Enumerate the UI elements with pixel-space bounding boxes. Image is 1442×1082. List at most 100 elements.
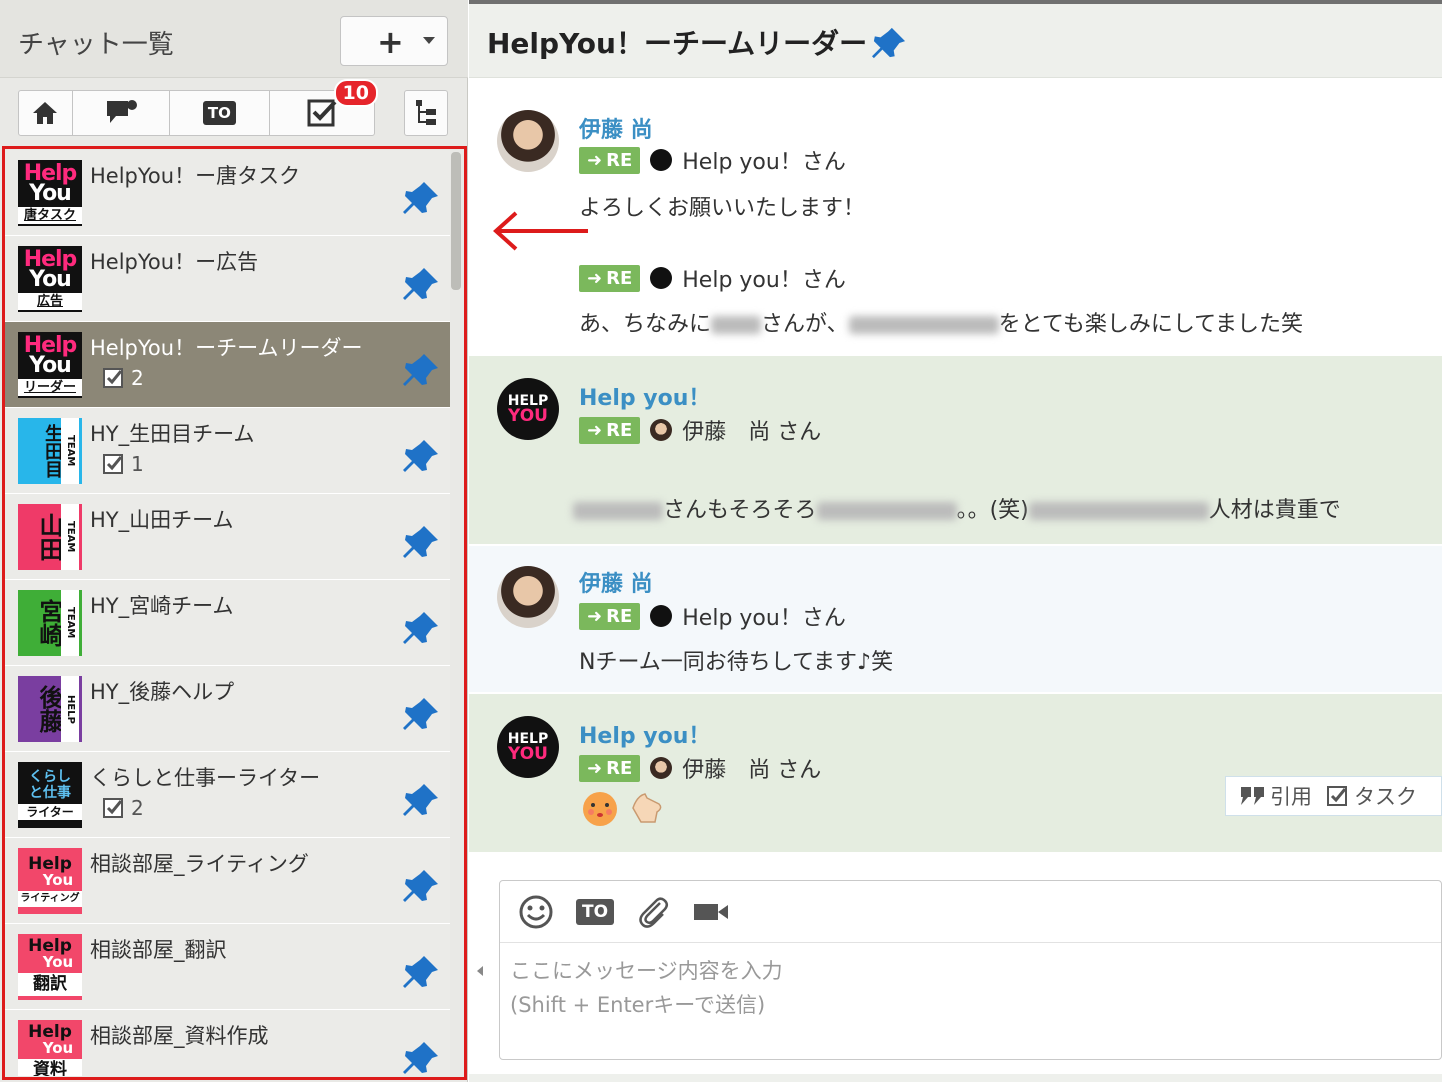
avatar[interactable]: HELP YOU xyxy=(497,716,559,778)
room-avatar-text: You xyxy=(42,1039,74,1057)
chevron-down-icon xyxy=(423,37,435,44)
filter-unread-button[interactable] xyxy=(73,91,171,135)
room-name: HY_宮崎チーム xyxy=(90,594,234,618)
room-avatar-text: ライティング xyxy=(18,890,82,907)
re-label: RE xyxy=(606,605,633,627)
room-avatar: 後藤 HELP xyxy=(18,676,82,742)
room-item[interactable]: 生田目 TEAM HY_生田目チーム 1 xyxy=(4,408,450,494)
sender-name[interactable]: Help you！ xyxy=(579,718,710,750)
room-title: HelpYou！ーチームリーダー xyxy=(487,27,868,60)
task-label: タスク xyxy=(1354,785,1417,809)
room-name: HelpYou！ー唐タスク xyxy=(90,164,301,188)
re-badge[interactable]: ➜ RE xyxy=(579,416,641,444)
room-avatar: Help You 唐タスク xyxy=(18,160,82,226)
emoji-icon[interactable] xyxy=(518,894,554,930)
message-text: さんもそろそろ 。。(笑) 人材は貴重で xyxy=(573,492,1341,524)
pin-icon[interactable] xyxy=(402,1040,440,1076)
chat-sidebar: チャット一覧 + TO 10 Help You 唐タスク HelpYou！ー唐タ… xyxy=(0,0,468,1082)
room-avatar: Help You 資料 xyxy=(18,1020,82,1076)
room-item[interactable]: くらし と仕事 ライター くらしと仕事ーライター 2 xyxy=(4,752,450,838)
message: HELP YOU Help you！ ➜ RE 伊藤 尚 さん xyxy=(469,694,1442,852)
re-badge[interactable]: ➜ RE xyxy=(579,264,641,292)
pin-icon[interactable] xyxy=(402,782,440,818)
sender-name[interactable]: 伊藤 尚 xyxy=(579,566,653,598)
room-name: 相談部屋_資料作成 xyxy=(90,1024,269,1048)
filter-task-button[interactable]: 10 xyxy=(270,79,378,135)
message: 伊藤 尚 ➜ RE Help you！さん Nチーム一同お待ちしてます♪笑 xyxy=(469,546,1442,692)
room-avatar: 山田 TEAM xyxy=(18,504,82,570)
pin-icon[interactable] xyxy=(402,266,440,302)
message: 伊藤 尚 ➜ RE Help you！さん よろしくお願いいたします！ ➜ RE H… xyxy=(469,88,1442,356)
room-avatar-text: ライター xyxy=(18,803,82,820)
pin-icon[interactable] xyxy=(402,180,440,216)
blurred-text xyxy=(816,502,957,520)
room-task-count: 2 xyxy=(102,366,144,390)
emoji-row xyxy=(581,790,665,828)
room-avatar-text: リーダー xyxy=(18,378,82,396)
room-item[interactable]: Help You ライティング 相談部屋_ライティング xyxy=(4,838,450,924)
add-chat-button[interactable]: + xyxy=(340,16,448,66)
video-camera-icon[interactable] xyxy=(692,900,730,924)
re-label: RE xyxy=(606,267,633,289)
sender-name[interactable]: 伊藤 尚 xyxy=(579,112,653,144)
pin-icon[interactable] xyxy=(402,610,440,646)
filter-home-button[interactable] xyxy=(19,91,73,135)
reply-arrow-icon: ➜ xyxy=(587,267,603,289)
paperclip-icon[interactable] xyxy=(636,895,670,929)
sender-name[interactable]: Help you！ xyxy=(579,380,710,412)
room-item[interactable]: Help You 広告 HelpYou！ー広告 xyxy=(4,236,450,322)
room-avatar: Help You ライティング xyxy=(18,848,82,914)
reply-to: 伊藤 尚 さん xyxy=(682,758,822,783)
reply-arrow-icon: ➜ xyxy=(587,605,603,627)
room-avatar: 生田目 TEAM xyxy=(18,418,82,484)
filter-to-button[interactable]: TO xyxy=(170,91,270,135)
room-name: HY_山田チーム xyxy=(90,508,234,532)
room-task-count: 1 xyxy=(102,452,144,476)
pin-icon[interactable] xyxy=(402,524,440,560)
reply-to: 伊藤 尚 さん xyxy=(682,420,822,445)
re-badge[interactable]: ➜ RE xyxy=(579,146,641,174)
pin-icon[interactable] xyxy=(402,868,440,904)
message-input[interactable] xyxy=(510,955,1430,1045)
reply-header: ➜ RE Help you！さん xyxy=(579,600,846,632)
avatar[interactable]: HELP YOU xyxy=(497,378,559,440)
message-text: よろしくお願いいたします！ xyxy=(579,196,866,221)
quote-button[interactable]: 引用 xyxy=(1240,781,1312,811)
room-list-scrollbar[interactable] xyxy=(451,152,461,290)
task-check-icon xyxy=(103,454,123,474)
re-badge[interactable]: ➜ RE xyxy=(579,754,641,782)
task-count-badge: 10 xyxy=(333,79,378,107)
room-item[interactable]: Help You 唐タスク HelpYou！ー唐タスク xyxy=(4,150,450,236)
category-tree-button[interactable] xyxy=(404,90,448,136)
room-item-active[interactable]: Help You リーダー HelpYou！ーチームリーダー 2 xyxy=(4,322,450,408)
room-avatar: Help You 翻訳 xyxy=(18,934,82,1000)
blurred-text xyxy=(1028,502,1209,520)
avatar[interactable] xyxy=(497,110,559,172)
pin-icon[interactable] xyxy=(402,352,440,388)
pin-icon[interactable] xyxy=(871,26,907,60)
room-item[interactable]: Help You 翻訳 相談部屋_翻訳 xyxy=(4,924,450,1010)
room-item[interactable]: 後藤 HELP HY_後藤ヘルプ xyxy=(4,666,450,752)
collapse-arrow-icon[interactable] xyxy=(477,966,483,976)
mini-avatar xyxy=(650,757,673,779)
avatar[interactable] xyxy=(497,566,559,628)
annotation-arrow-icon xyxy=(493,211,588,251)
reply-arrow-icon: ➜ xyxy=(587,149,603,171)
pin-icon[interactable] xyxy=(402,696,440,732)
room-avatar-text: TEAM xyxy=(61,590,79,656)
text-part: さんが、 xyxy=(761,312,849,337)
room-avatar: Help You リーダー xyxy=(18,332,82,398)
text-part: さんもそろそろ xyxy=(663,498,817,523)
re-badge[interactable]: ➜ RE xyxy=(579,602,641,630)
kiss-face-emoji-icon xyxy=(583,792,617,826)
room-avatar-text: You xyxy=(29,352,72,378)
room-list: Help You 唐タスク HelpYou！ー唐タスク Help You 広告 … xyxy=(4,150,450,1076)
pin-icon[interactable] xyxy=(402,438,440,474)
room-item[interactable]: 宮崎 TEAM HY_宮崎チーム xyxy=(4,580,450,666)
reply-header: ➜ RE 伊藤 尚 さん xyxy=(579,414,821,446)
add-task-button[interactable]: タスク xyxy=(1326,781,1417,811)
room-item[interactable]: 山田 TEAM HY_山田チーム xyxy=(4,494,450,580)
room-item[interactable]: Help You 資料 相談部屋_資料作成 xyxy=(4,1010,450,1076)
pin-icon[interactable] xyxy=(402,954,440,990)
to-button[interactable]: TO xyxy=(576,898,615,925)
